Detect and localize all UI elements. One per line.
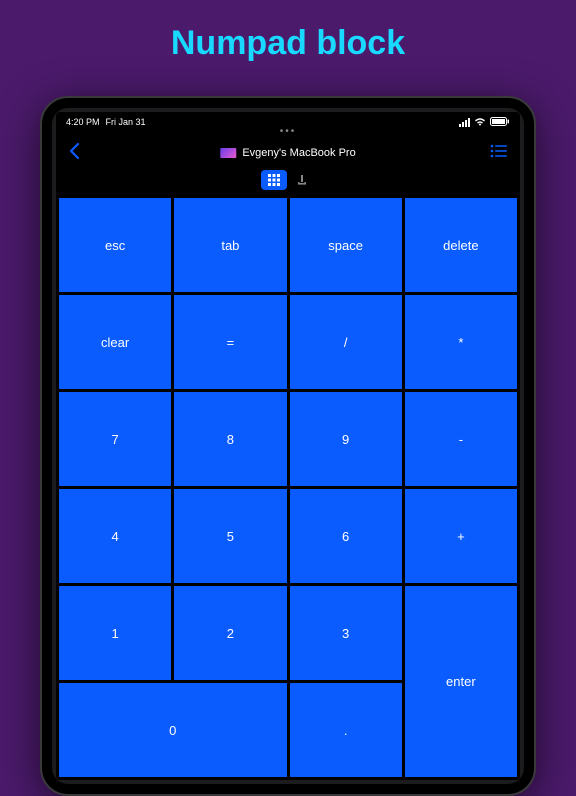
- key-8[interactable]: 8: [174, 392, 286, 486]
- key-minus[interactable]: -: [405, 392, 517, 486]
- mode-numpad-button[interactable]: [261, 170, 287, 190]
- key-enter[interactable]: enter: [405, 586, 517, 777]
- key-equals[interactable]: =: [174, 295, 286, 389]
- key-7[interactable]: 7: [59, 392, 171, 486]
- list-button[interactable]: [490, 144, 508, 162]
- key-space[interactable]: space: [290, 198, 402, 292]
- key-tab[interactable]: tab: [174, 198, 286, 292]
- key-4[interactable]: 4: [59, 489, 171, 583]
- ipad-frame: 4:20 PM Fri Jan 31 ••• Evgeny's MacBook …: [40, 96, 536, 796]
- wifi-icon: [474, 117, 486, 128]
- key-plus[interactable]: +: [405, 489, 517, 583]
- key-6[interactable]: 6: [290, 489, 402, 583]
- numpad-grid: esc tab space delete clear = / * 7 8 9 -…: [56, 198, 520, 780]
- key-5[interactable]: 5: [174, 489, 286, 583]
- status-time: 4:20 PM: [66, 117, 100, 127]
- promo-title: Numpad block: [0, 0, 576, 63]
- nav-title-label: Evgeny's MacBook Pro: [242, 147, 355, 159]
- multitask-dots-icon[interactable]: •••: [56, 128, 520, 140]
- key-decimal[interactable]: .: [290, 683, 402, 777]
- mode-cursor-button[interactable]: [289, 170, 315, 190]
- signal-icon: [459, 118, 470, 127]
- key-esc[interactable]: esc: [59, 198, 171, 292]
- key-multiply[interactable]: *: [405, 295, 517, 389]
- key-2[interactable]: 2: [174, 586, 286, 680]
- key-clear[interactable]: clear: [59, 295, 171, 389]
- nav-title: Evgeny's MacBook Pro: [220, 147, 355, 159]
- device-screen: 4:20 PM Fri Jan 31 ••• Evgeny's MacBook …: [56, 112, 520, 780]
- device-icon: [220, 148, 236, 158]
- battery-icon: [490, 117, 510, 128]
- back-button[interactable]: [68, 142, 80, 164]
- nav-bar: Evgeny's MacBook Pro: [56, 140, 520, 166]
- key-9[interactable]: 9: [290, 392, 402, 486]
- mode-segmented-control: [56, 166, 520, 194]
- key-divide[interactable]: /: [290, 295, 402, 389]
- key-1[interactable]: 1: [59, 586, 171, 680]
- key-0[interactable]: 0: [59, 683, 287, 777]
- key-3[interactable]: 3: [290, 586, 402, 680]
- key-delete[interactable]: delete: [405, 198, 517, 292]
- status-date: Fri Jan 31: [106, 117, 146, 127]
